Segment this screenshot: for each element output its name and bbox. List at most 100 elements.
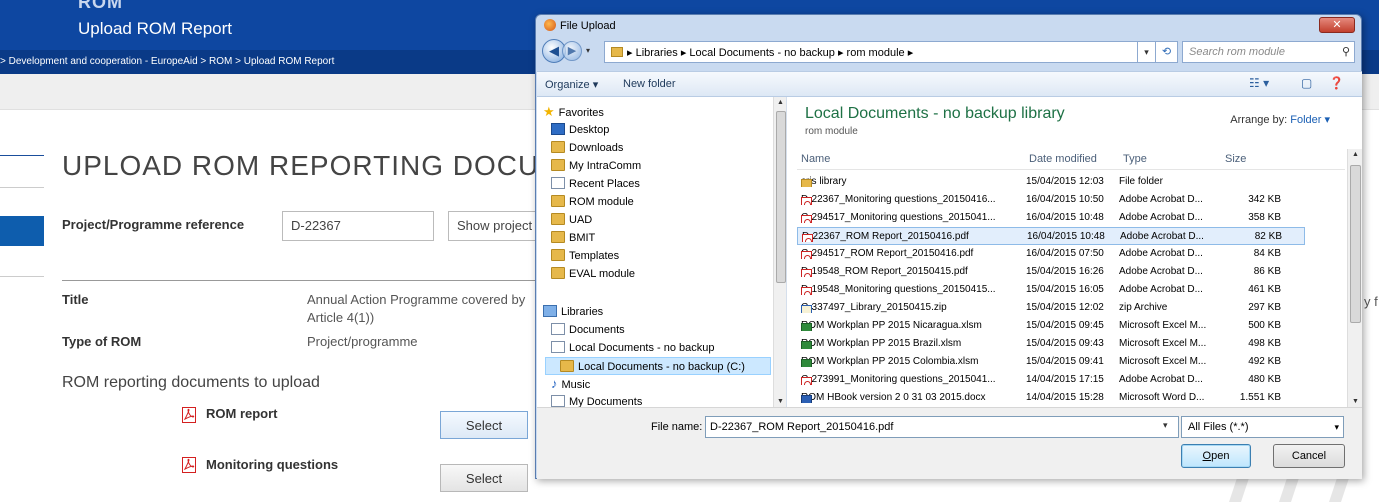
file-date: 16/04/2015 10:50: [1026, 194, 1104, 205]
search-icon[interactable]: ⚲: [1342, 45, 1350, 58]
new-folder-button[interactable]: New folder: [623, 78, 676, 90]
downloads-folder-icon: [551, 141, 565, 153]
nav-documents[interactable]: Documents: [551, 321, 625, 339]
file-type: Microsoft Excel M...: [1119, 338, 1207, 349]
file-row[interactable]: ROM Workplan PP 2015 Nicaragua.xlsm 15/04…: [797, 317, 1305, 335]
zip-icon: [801, 305, 812, 313]
project-ref-input[interactable]: D-22367: [282, 211, 434, 241]
help-icon[interactable]: ❓: [1329, 76, 1344, 90]
nav-recent-places[interactable]: Recent Places: [551, 175, 640, 193]
nav-templates[interactable]: Templates: [551, 247, 619, 265]
file-name-dropdown-icon[interactable]: ▾: [1163, 420, 1168, 431]
nav-local-documents-c[interactable]: Local Documents - no backup (C:): [545, 357, 771, 375]
file-row[interactable]: D-22367_ROM Report_20150416.pdf 16/04/201…: [797, 227, 1305, 245]
file-name-text: D-22367_ROM Report_20150416.pdf: [802, 231, 969, 242]
file-name-input[interactable]: D-22367_ROM Report_20150416.pdf: [705, 416, 1179, 438]
address-dropdown-icon[interactable]: ▾: [1138, 41, 1156, 63]
file-row[interactable]: ROM Workplan PP 2015 Brazil.xlsm 15/04/20…: [797, 335, 1305, 353]
divider: [62, 280, 542, 281]
pdf-icon: [801, 251, 812, 259]
arrange-by-dropdown[interactable]: Folder ▾: [1290, 114, 1330, 126]
view-options-icon[interactable]: ☷ ▾: [1249, 76, 1269, 90]
nav-eval-module[interactable]: EVAL module: [551, 265, 635, 283]
file-size: 86 KB: [1253, 266, 1281, 277]
file-row[interactable]: C-294517_ROM Report_20150416.pdf 16/04/20…: [797, 245, 1305, 263]
file-row[interactable]: D-19548_Monitoring questions_20150415...…: [797, 281, 1305, 299]
column-header-size[interactable]: Size: [1225, 149, 1246, 169]
file-row[interactable]: C-294517_Monitoring questions_2015041...…: [797, 209, 1305, 227]
nav-desktop[interactable]: Desktop: [551, 121, 609, 139]
star-icon: ★: [543, 104, 555, 119]
search-input[interactable]: Search rom module ⚲: [1182, 41, 1355, 63]
nav-scrollbar[interactable]: ▲ ▼: [773, 97, 786, 407]
file-type: Adobe Acrobat D...: [1119, 266, 1203, 277]
file-date: 15/04/2015 12:02: [1026, 302, 1104, 313]
left-nav-active-item[interactable]: [0, 216, 44, 246]
address-breadcrumb[interactable]: ▸ Libraries ▸ Local Documents - no backu…: [604, 41, 1138, 63]
cancel-button[interactable]: Cancel: [1273, 444, 1345, 468]
nav-local-documents[interactable]: Local Documents - no backup: [551, 339, 715, 357]
organize-button[interactable]: Organize ▾: [545, 78, 598, 91]
refresh-icon[interactable]: ⟲: [1156, 41, 1178, 63]
preview-pane-icon[interactable]: ▢: [1301, 76, 1312, 90]
file-date: 16/04/2015 10:48: [1027, 231, 1105, 242]
recent-pages-dropdown-icon[interactable]: ▾: [586, 46, 590, 55]
forward-button[interactable]: ▶: [562, 41, 582, 61]
file-name-text: C-273991_Monitoring questions_2015041...: [801, 374, 996, 385]
scroll-down-icon[interactable]: ▼: [777, 398, 784, 405]
nav-my-documents[interactable]: My Documents: [551, 393, 642, 407]
scroll-up-icon[interactable]: ▲: [777, 99, 784, 106]
nav-favorites[interactable]: ★ Favorites: [543, 103, 604, 121]
nav-music[interactable]: ♪ Music: [551, 375, 590, 393]
file-row[interactable]: D-19548_ROM Report_20150415.pdf 15/04/201…: [797, 263, 1305, 281]
file-row[interactable]: ROM HBook version 2 0 31 03 2015.docx 14/…: [797, 389, 1305, 407]
pdf-icon: [801, 287, 812, 295]
documents-icon: [551, 341, 565, 353]
file-list-scrollbar[interactable]: ▲ ▼: [1347, 149, 1362, 407]
scroll-down-icon[interactable]: ▼: [1352, 398, 1359, 405]
music-icon: ♪: [551, 376, 558, 391]
file-size: 342 KB: [1248, 194, 1281, 205]
nav-libraries[interactable]: Libraries: [543, 303, 603, 321]
nav-label: BMIT: [569, 232, 596, 244]
file-size: 500 KB: [1248, 320, 1281, 331]
folder-icon: [551, 231, 565, 243]
file-name-text: C-337497_Library_20150415.zip: [801, 302, 947, 313]
nav-bmit[interactable]: BMIT: [551, 229, 595, 247]
nav-label: EVAL module: [569, 268, 636, 280]
file-name: C-294517_Monitoring questions_2015041...: [801, 212, 1033, 223]
nav-rom-module[interactable]: ROM module: [551, 193, 634, 211]
nav-label: Templates: [569, 250, 620, 262]
close-button[interactable]: ✕: [1319, 17, 1355, 33]
nav-uad[interactable]: UAD: [551, 211, 592, 229]
file-row[interactable]: D-22367_Monitoring questions_20150416...…: [797, 191, 1305, 209]
breadcrumb-text[interactable]: > Development and cooperation - EuropeAi…: [0, 56, 334, 67]
open-button[interactable]: Open: [1181, 444, 1251, 468]
file-type-select[interactable]: All Files (*.*) ▾: [1181, 416, 1344, 438]
file-name: ROM HBook version 2 0 31 03 2015.docx: [801, 392, 1033, 403]
scroll-up-icon[interactable]: ▲: [1352, 151, 1359, 158]
nav-downloads[interactable]: Downloads: [551, 139, 623, 157]
file-row[interactable]: ROM Workplan PP 2015 Colombia.xlsm 15/04/…: [797, 353, 1305, 371]
dialog-footer: File name: D-22367_ROM Report_20150416.p…: [537, 407, 1362, 479]
address-breadcrumb-text: ▸ Libraries ▸ Local Documents - no backu…: [627, 47, 914, 59]
nav-my-intracomm[interactable]: My IntraComm: [551, 157, 641, 175]
column-header-type[interactable]: Type: [1123, 149, 1147, 169]
file-row[interactable]: cris library 15/04/2015 12:03 File folder: [797, 173, 1305, 191]
file-row[interactable]: C-337497_Library_20150415.zip 15/04/2015 …: [797, 299, 1305, 317]
file-type: Adobe Acrobat D...: [1119, 194, 1203, 205]
type-label: Type of ROM: [62, 334, 142, 349]
scroll-thumb[interactable]: [1350, 165, 1361, 323]
scroll-thumb[interactable]: [776, 111, 786, 283]
project-ref-label: Project/Programme reference: [62, 217, 245, 232]
file-row[interactable]: C-273991_Monitoring questions_2015041...…: [797, 371, 1305, 389]
column-header-name[interactable]: Name: [801, 149, 830, 169]
select-rom-report-button[interactable]: Select: [440, 411, 528, 439]
file-name: C-337497_Library_20150415.zip: [801, 302, 1033, 313]
file-date: 16/04/2015 10:48: [1026, 212, 1104, 223]
pdf-icon: [801, 377, 812, 385]
column-header-date[interactable]: Date modified: [1029, 149, 1097, 169]
select-monitoring-questions-button[interactable]: Select: [440, 464, 528, 492]
pdf-icon: [182, 407, 196, 423]
show-project-button[interactable]: Show project: [448, 211, 548, 241]
